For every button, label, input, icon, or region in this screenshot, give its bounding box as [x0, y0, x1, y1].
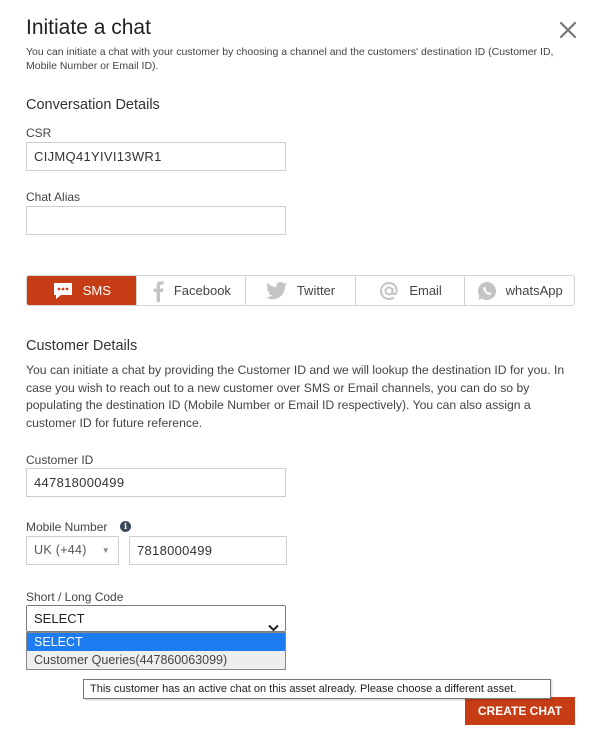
- csr-field[interactable]: CIJMQ41YIVI13WR1: [26, 142, 286, 171]
- facebook-icon: [151, 280, 165, 302]
- close-icon[interactable]: [558, 20, 578, 40]
- channel-tab-email[interactable]: Email: [356, 276, 466, 305]
- channel-tab-twitter[interactable]: Twitter: [246, 276, 356, 305]
- customer-id-field[interactable]: 447818000499: [26, 468, 286, 497]
- customer-details-heading: Customer Details: [26, 338, 138, 354]
- page-subtitle: You can initiate a chat with your custom…: [26, 46, 554, 72]
- chevron-down-icon: ▼: [101, 546, 110, 555]
- channel-label-facebook: Facebook: [173, 283, 231, 298]
- customer-id-label: Customer ID: [26, 453, 94, 467]
- channel-tab-facebook[interactable]: Facebook: [137, 276, 247, 305]
- mobile-number-label: Mobile Number: [26, 520, 108, 534]
- dropdown-option[interactable]: SELECT: [27, 633, 285, 651]
- twitter-icon: [265, 281, 288, 300]
- channel-label-twitter: Twitter: [296, 283, 336, 298]
- whatsapp-icon: [477, 281, 497, 301]
- at-icon: [378, 280, 400, 302]
- channel-selector: SMS Facebook Twitter Email whatsApp: [26, 275, 575, 306]
- conversation-details-heading: Conversation Details: [26, 97, 160, 113]
- mobile-number-field[interactable]: 7818000499: [129, 536, 287, 565]
- short-long-code-value: SELECT: [34, 611, 85, 626]
- short-long-code-label: Short / Long Code: [26, 590, 124, 604]
- create-chat-button[interactable]: CREATE CHAT: [465, 697, 575, 725]
- short-long-code-dropdown: SELECT Customer Queries(447860063099): [26, 632, 286, 670]
- channel-tab-whatsapp[interactable]: whatsApp: [465, 276, 574, 305]
- page-title: Initiate a chat: [26, 16, 151, 39]
- country-code-select[interactable]: UK (+44) ▼: [26, 536, 119, 565]
- csr-label: CSR: [26, 126, 52, 140]
- customer-details-description: You can initiate a chat by providing the…: [26, 363, 565, 430]
- active-chat-tooltip: This customer has an active chat on this…: [83, 679, 551, 699]
- channel-tab-sms[interactable]: SMS: [27, 276, 137, 305]
- channel-label-email: Email: [409, 283, 442, 298]
- channel-label-whatsapp: whatsApp: [505, 283, 563, 298]
- info-icon[interactable]: i: [120, 521, 131, 532]
- chat-alias-field[interactable]: [26, 206, 286, 235]
- sms-icon: [52, 281, 74, 301]
- short-long-code-select[interactable]: SELECT: [26, 605, 286, 632]
- chat-alias-label: Chat Alias: [26, 190, 81, 204]
- channel-label-sms: SMS: [82, 283, 111, 298]
- country-code-value: UK (+44): [34, 543, 87, 557]
- dropdown-option[interactable]: Customer Queries(447860063099): [27, 651, 285, 669]
